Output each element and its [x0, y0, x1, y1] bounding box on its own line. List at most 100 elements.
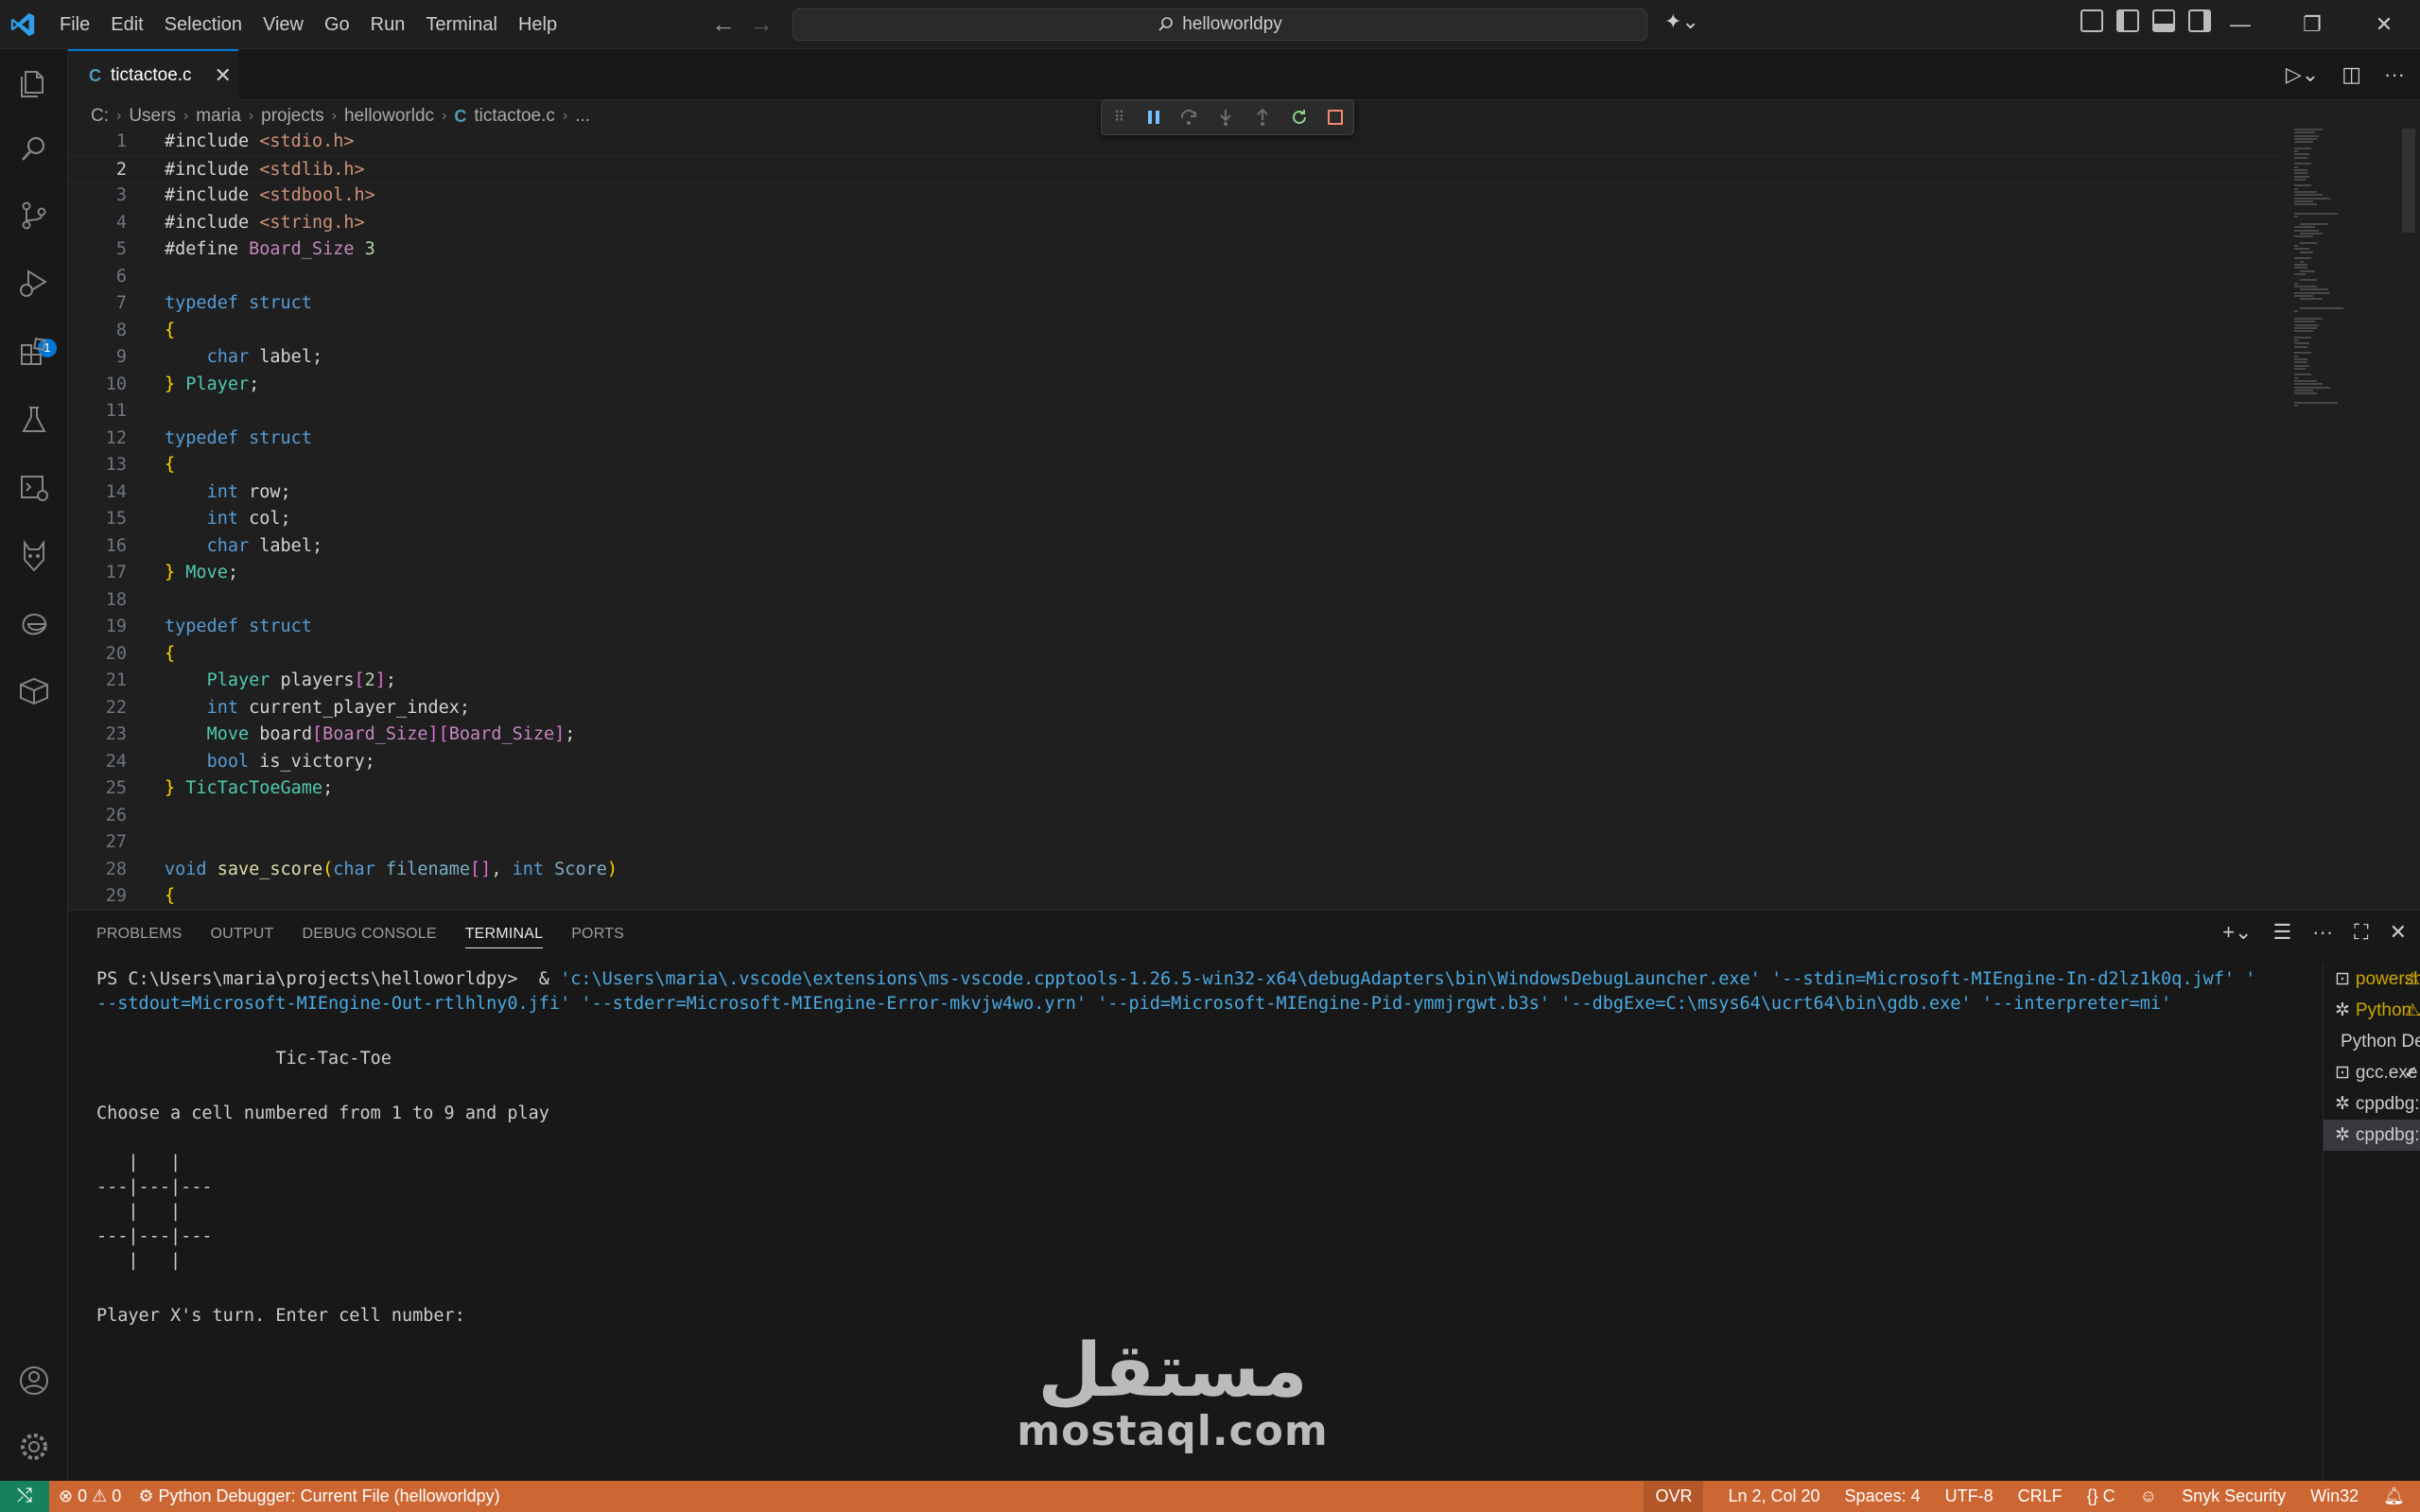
close-icon[interactable]: ✕	[215, 63, 232, 88]
snyk-status[interactable]: Snyk Security	[2182, 1486, 2286, 1506]
run-debug-dropdown-icon[interactable]: ▷⌄	[2286, 62, 2319, 87]
explorer-icon[interactable]	[17, 66, 51, 100]
restart-icon[interactable]	[1290, 107, 1309, 128]
stop-icon[interactable]	[1327, 107, 1344, 128]
toggle-panel-icon[interactable]	[2152, 9, 2175, 32]
terminal-layout-icon[interactable]: ☰	[2272, 920, 2291, 945]
menu-go[interactable]: Go	[314, 8, 360, 42]
source-control-icon[interactable]	[17, 199, 51, 233]
menu-view[interactable]: View	[252, 8, 314, 42]
code-line[interactable]: 13 {	[68, 452, 2281, 479]
code-line[interactable]: 16 char label;	[68, 533, 2281, 561]
line-ending[interactable]: CRLF	[2018, 1486, 2063, 1506]
menu-run[interactable]: Run	[360, 8, 416, 42]
code-line[interactable]: 5 #define Board_Size 3	[68, 236, 2281, 264]
command-center-search[interactable]: helloworldpy	[792, 9, 1647, 41]
search-view-icon[interactable]	[17, 132, 51, 166]
code-line[interactable]: 21 Player players[2];	[68, 668, 2281, 695]
platform-status[interactable]: Win32	[2310, 1486, 2359, 1506]
code-line[interactable]: 11	[68, 398, 2281, 426]
close-window-icon[interactable]: ✕	[2348, 0, 2420, 49]
code-line[interactable]: 20 {	[68, 641, 2281, 669]
editor-scrollbar[interactable]	[2402, 129, 2415, 233]
code-line[interactable]: 27	[68, 829, 2281, 857]
code-line[interactable]: 22 int current_player_index;	[68, 695, 2281, 722]
breadcrumb-projects[interactable]: projects	[261, 106, 324, 127]
tab-debug-console[interactable]: DEBUG CONSOLE	[303, 926, 437, 948]
tab-terminal[interactable]: TERMINAL	[464, 926, 544, 948]
close-panel-icon[interactable]: ✕	[2390, 920, 2407, 945]
extensions-icon[interactable]	[17, 335, 51, 369]
debug-config-status[interactable]: ⚙ Python Debugger: Current File (hellowo…	[138, 1486, 499, 1506]
tab-problems[interactable]: PROBLEMS	[96, 926, 183, 948]
code-line[interactable]: 3 #include <stdbool.h>	[68, 182, 2281, 210]
notifications-bell-icon[interactable]: 🔔︎	[2383, 1486, 2405, 1506]
terminal-instance[interactable]: ✲cppdbg: Uni...	[2324, 1088, 2420, 1120]
code-line[interactable]: 4 #include <string.h>	[68, 210, 2281, 237]
code-line[interactable]: 12 typedef struct	[68, 426, 2281, 453]
remote-indicator-icon[interactable]: ⤭	[0, 1481, 49, 1512]
breadcrumb-maria[interactable]: maria	[196, 106, 241, 127]
code-line[interactable]: 25} TicTacToeGame;	[68, 775, 2281, 803]
more-actions-icon[interactable]: ···	[2312, 920, 2333, 945]
menu-help[interactable]: Help	[508, 8, 567, 42]
code-line[interactable]: 10} Player;	[68, 372, 2281, 399]
cursor-position[interactable]: Ln 2, Col 20	[1728, 1486, 1819, 1506]
step-over-icon[interactable]	[1179, 107, 1198, 128]
remote-explorer-icon[interactable]	[17, 471, 51, 505]
code-line[interactable]: 14 int row;	[68, 479, 2281, 507]
forward-arrow-icon[interactable]: →	[749, 9, 774, 39]
terminal-instance[interactable]: ⊡gcc.exe ...✓	[2324, 1057, 2420, 1088]
back-arrow-icon[interactable]: ←	[711, 9, 736, 39]
menu-file[interactable]: File	[49, 8, 100, 42]
menu-edit[interactable]: Edit	[100, 8, 153, 42]
breadcrumb-drive[interactable]: C:	[91, 106, 109, 127]
code-line[interactable]: 17} Move;	[68, 560, 2281, 587]
code-line[interactable]: 24 bool is_victory;	[68, 749, 2281, 776]
minimize-icon[interactable]: —	[2204, 0, 2276, 49]
run-and-debug-icon[interactable]	[17, 267, 51, 301]
problems-status[interactable]: ⊗ 0 ⚠ 0	[59, 1486, 121, 1506]
breadcrumb-file[interactable]: tictactoe.c	[474, 106, 555, 127]
accounts-icon[interactable]	[17, 1364, 51, 1398]
code-line[interactable]: 6	[68, 264, 2281, 291]
toggle-primary-sidebar-icon[interactable]	[2116, 9, 2139, 32]
code-line[interactable]: 2 #include <stdlib.h>	[68, 155, 2281, 182]
code-line[interactable]: 15 int col;	[68, 506, 2281, 533]
code-line[interactable]: 9 char label;	[68, 344, 2281, 372]
code-line[interactable]: 23 Move board[Board_Size][Board_Size];	[68, 721, 2281, 749]
tab-tictactoe[interactable]: C tictactoe.c ✕	[68, 49, 238, 100]
maximize-panel-icon[interactable]: ⛶	[2354, 920, 2368, 945]
new-terminal-icon[interactable]: +⌄	[2222, 920, 2252, 945]
breadcrumb-symbol[interactable]: ...	[575, 106, 590, 127]
restore-icon[interactable]: ❐	[2276, 0, 2348, 49]
code-line[interactable]: 18	[68, 587, 2281, 615]
breadcrumb-users[interactable]: Users	[129, 106, 176, 127]
code-line[interactable]: 19 typedef struct	[68, 614, 2281, 641]
code-line[interactable]: 1 #include <stdio.h>	[68, 129, 2281, 156]
terminal-instance[interactable]: Python Deb...	[2324, 1026, 2420, 1057]
testing-icon[interactable]	[17, 403, 51, 437]
step-out-icon[interactable]	[1253, 107, 1272, 128]
code-line[interactable]: 29 {	[68, 883, 2281, 910]
step-into-icon[interactable]	[1216, 107, 1235, 128]
terminal-instance[interactable]: ⊡powersh...⚠	[2324, 964, 2420, 995]
menu-selection[interactable]: Selection	[154, 8, 252, 42]
snyk-icon[interactable]	[17, 539, 51, 573]
terminal-output[interactable]: PS C:\Users\maria\projects\helloworldpy>…	[96, 967, 2300, 1329]
terminal-instance[interactable]: ✲Python ...⚠	[2324, 995, 2420, 1026]
encoding[interactable]: UTF-8	[1945, 1486, 1993, 1506]
copilot-icon[interactable]: ✦⌄	[1664, 9, 1699, 34]
manage-gear-icon[interactable]	[17, 1430, 51, 1464]
indentation[interactable]: Spaces: 4	[1845, 1486, 1921, 1506]
breadcrumb-helloworldc[interactable]: helloworldc	[344, 106, 434, 127]
code-line[interactable]: 26	[68, 803, 2281, 830]
tab-ports[interactable]: PORTS	[571, 926, 624, 948]
split-editor-icon[interactable]: ◫	[2342, 62, 2361, 87]
menu-terminal[interactable]: Terminal	[415, 8, 508, 42]
code-line[interactable]: 7 typedef struct	[68, 290, 2281, 318]
edge-devtools-icon[interactable]	[17, 607, 51, 641]
more-actions-icon[interactable]: ···	[2384, 62, 2405, 87]
tab-output[interactable]: OUTPUT	[211, 926, 274, 948]
drag-handle-icon[interactable]: ⠿	[1111, 107, 1127, 128]
